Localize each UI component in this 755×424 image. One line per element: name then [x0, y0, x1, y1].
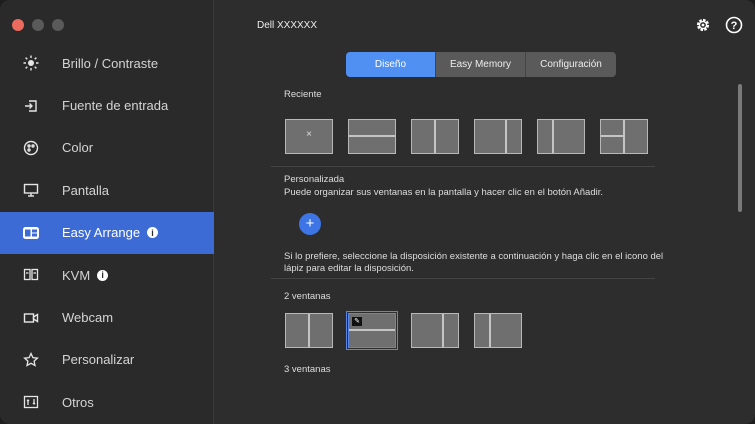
two-windows-heading: 2 ventanas [284, 291, 331, 302]
sidebar-item-label: Brillo / Contraste [62, 55, 159, 71]
sidebar-item-pantalla[interactable]: Pantalla [0, 169, 214, 211]
layout-two-cols[interactable] [285, 313, 333, 348]
sidebar-item-kvm[interactable]: KVM i [0, 254, 214, 296]
existing-description-line1: Si lo prefiere, seleccione la disposició… [284, 251, 664, 262]
main-panel: Dell XXXXXX ? Diseño Easy Memory Configu… [215, 0, 755, 424]
custom-heading: Personalizada [284, 174, 345, 185]
sidebar-item-label: Otros [62, 394, 94, 410]
sidebar-item-brillo-contraste[interactable]: Brillo / Contraste [0, 42, 214, 84]
info-icon[interactable]: i [97, 269, 109, 281]
sidebar-item-fuente-de-entrada[interactable]: Fuente de entrada [0, 84, 214, 126]
pencil-icon[interactable]: ✎ [352, 317, 362, 326]
layout-two-rows-selected[interactable]: ✎ [346, 311, 398, 350]
help-icon[interactable]: ? [725, 16, 743, 34]
display-icon [22, 181, 40, 199]
input-source-icon [22, 97, 40, 115]
sidebar-item-label: Webcam [62, 310, 114, 326]
sidebar-item-label: Easy Arrange [62, 225, 141, 241]
gear-icon[interactable] [694, 16, 712, 34]
divider [271, 166, 655, 167]
color-palette-icon [22, 139, 40, 157]
sidebar-item-otros[interactable]: Otros [0, 381, 214, 423]
easy-arrange-icon [22, 224, 40, 242]
three-windows-heading: 3 ventanas [284, 364, 331, 375]
recent-layout-two-cols[interactable] [411, 119, 459, 154]
recent-heading: Reciente [284, 89, 322, 100]
layout-two-cols-wide[interactable] [411, 313, 459, 348]
sidebar-item-label: Fuente de entrada [62, 98, 169, 114]
sidebar-item-easy-arrange[interactable]: Easy Arrange i [0, 211, 214, 254]
tab-easy-memory[interactable]: Easy Memory [436, 52, 526, 77]
divider [271, 278, 655, 279]
sidebar-item-label: Color [62, 140, 94, 156]
info-icon[interactable]: i [147, 227, 159, 239]
sidebar-item-label: Pantalla [62, 182, 109, 198]
webcam-icon [22, 309, 40, 327]
svg-text:?: ? [731, 20, 738, 32]
sidebar-item-label: KVM [62, 267, 91, 283]
maximize-window-button[interactable] [52, 19, 64, 31]
tab-bar: Diseño Easy Memory Configuración [346, 52, 616, 77]
existing-description-line2: lápiz para editar la disposición. [284, 263, 414, 274]
add-layout-button[interactable]: + [299, 213, 321, 235]
others-icon [22, 393, 40, 411]
tab-diseno[interactable]: Diseño [346, 52, 436, 77]
star-icon [22, 351, 40, 369]
scrollbar[interactable] [738, 84, 742, 212]
app-window: Brillo / Contraste Fuente de entrada Col… [0, 0, 755, 424]
recent-layout-two-cols-narrow[interactable] [537, 119, 585, 154]
sidebar: Brillo / Contraste Fuente de entrada Col… [0, 0, 214, 424]
close-window-button[interactable] [12, 19, 24, 31]
sidebar-nav: Brillo / Contraste Fuente de entrada Col… [0, 42, 214, 424]
sidebar-item-color[interactable]: Color [0, 127, 214, 169]
window-controls [12, 19, 64, 31]
sidebar-item-personalizar[interactable]: Personalizar [0, 339, 214, 381]
sidebar-item-webcam[interactable]: Webcam [0, 296, 214, 338]
brightness-icon [22, 54, 40, 72]
monitor-title: Dell XXXXXX [257, 20, 318, 31]
minimize-window-button[interactable] [32, 19, 44, 31]
close-icon: × [306, 129, 312, 140]
sidebar-item-label: Personalizar [62, 352, 135, 368]
tab-configuracion[interactable]: Configuración [526, 52, 616, 77]
kvm-icon [22, 266, 40, 284]
recent-layout-two-cols-wide[interactable] [474, 119, 522, 154]
layout-two-cols-narrow[interactable] [474, 313, 522, 348]
custom-description: Puede organizar sus ventanas en la panta… [284, 187, 603, 198]
recent-layout-none[interactable]: × [285, 119, 333, 154]
recent-layout-two-rows[interactable] [348, 119, 396, 154]
recent-layout-three-split[interactable] [600, 119, 648, 154]
